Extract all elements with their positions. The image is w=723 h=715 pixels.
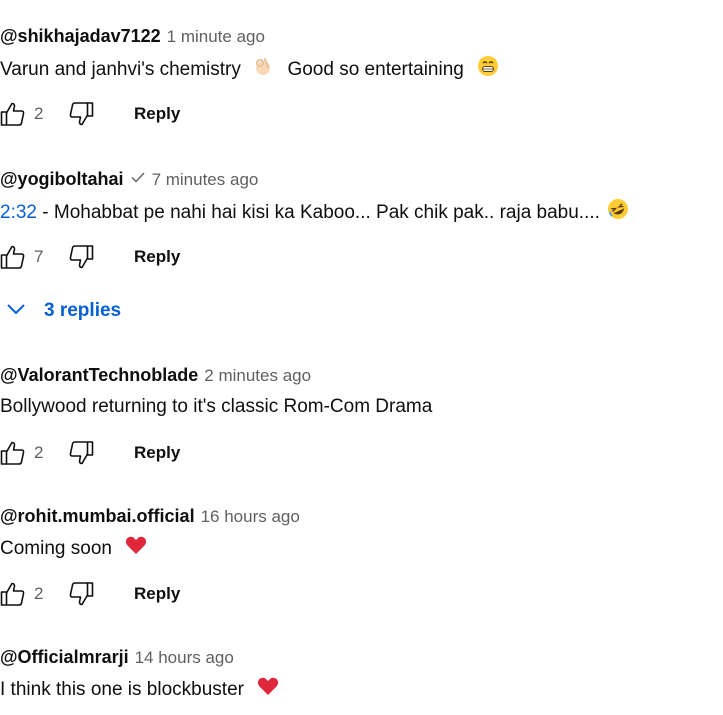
replies-label: 3 replies [44,300,122,321]
like-count: 2 [34,584,44,603]
comment-author[interactable]: @shikhajadav7122 [0,26,161,46]
heart-emoji [125,535,147,563]
comment-text-part: - Mohabbat pe nahi hai kisi ka Kaboo... … [36,202,600,224]
comment-text-part: Varun and janhvi's chemistry [0,59,241,81]
dislike-icon[interactable] [66,581,94,607]
like-icon[interactable] [0,244,26,270]
comment-actions: 7 Reply [0,240,300,276]
comment-text-part: Good so entertaining [287,59,464,81]
chevron-down-icon [6,302,26,321]
comment-time[interactable]: 16 hours ago [201,507,300,526]
dislike-icon[interactable] [66,440,94,466]
comment-text-part: Coming soon [0,538,112,560]
comment-text: I think this one is blockbuster [0,676,279,702]
reply-button[interactable]: Reply [134,246,180,268]
comment-text: 2:32 - Mohabbat pe nahi hai kisi ka Kabo… [0,198,629,224]
ok-hand-emoji [252,55,274,85]
reply-button[interactable]: Reply [134,442,180,464]
like-count: 2 [34,104,44,123]
comment-header: @yogiboltahai 7 minutes ago [0,168,258,190]
comment-actions: 2 Reply [0,97,300,133]
reply-button[interactable]: Reply [134,103,180,125]
comment-text: Coming soon [0,535,147,561]
comment-time[interactable]: 1 minute ago [167,27,265,46]
verified-check-icon [130,169,146,192]
reply-button[interactable]: Reply [134,583,180,605]
comment-text-part: I think this one is blockbuster [0,679,244,701]
like-count: 2 [34,443,44,462]
like-icon[interactable] [0,101,26,127]
comment-text-part: Bollywood returning to it's classic Rom-… [0,396,433,417]
comment-time[interactable]: 14 hours ago [135,648,234,667]
rofl-emoji [607,198,629,228]
comment-header: @shikhajadav7122 1 minute ago [0,25,265,47]
comment-time[interactable]: 2 minutes ago [204,366,311,385]
heart-emoji [257,676,279,704]
comment-time[interactable]: 7 minutes ago [152,170,259,189]
comment-author[interactable]: @yogiboltahai [0,169,124,189]
comment-header: @Officialmrarji 14 hours ago [0,646,234,668]
like-icon[interactable] [0,581,26,607]
comment-author[interactable]: @ValorantTechnoblade [0,365,198,385]
comment-text: Varun and janhvi's chemistry Good so ent… [0,55,499,81]
dislike-icon[interactable] [66,244,94,270]
comment-header: @rohit.mumbai.official 16 hours ago [0,505,300,527]
dislike-icon[interactable] [66,101,94,127]
timestamp-link[interactable]: 2:32 [0,202,37,223]
comment-text: Bollywood returning to it's classic Rom-… [0,394,432,420]
grinning-emoji [477,55,499,85]
comment-actions: 2 Reply [0,436,300,472]
comment-actions: 2 Reply [0,577,300,613]
like-icon[interactable] [0,440,26,466]
comment-author[interactable]: @Officialmrarji [0,647,129,667]
comment-header: @ValorantTechnoblade 2 minutes ago [0,364,311,386]
like-count: 7 [34,247,44,266]
comment-author[interactable]: @rohit.mumbai.official [0,506,195,526]
